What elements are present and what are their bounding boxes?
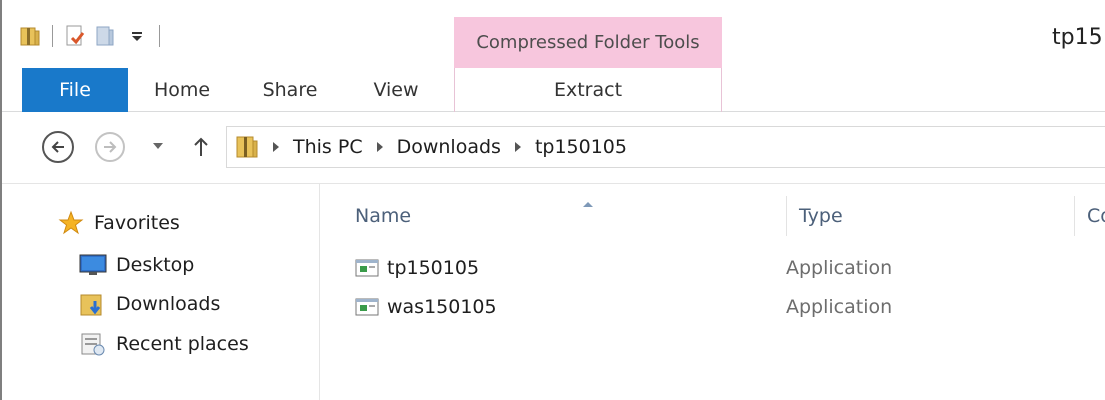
contextual-tab-header: Compressed Folder Tools <box>454 17 722 68</box>
column-header-type[interactable]: Type <box>786 196 1066 236</box>
nav-item-label: Downloads <box>116 293 221 315</box>
sort-ascending-icon <box>583 202 593 207</box>
back-button[interactable] <box>42 131 74 163</box>
tab-share[interactable]: Share <box>250 68 330 112</box>
recent-locations-button[interactable] <box>150 138 166 154</box>
tab-view[interactable]: View <box>357 68 435 112</box>
zip-folder-icon <box>235 134 259 160</box>
application-icon <box>355 258 379 278</box>
downloads-folder-icon <box>78 291 108 317</box>
nav-item-recent-places[interactable]: Recent places <box>78 329 249 359</box>
file-type: Application <box>786 296 893 318</box>
title-bar: Compressed Folder Tools tp15 <box>2 0 1105 68</box>
breadcrumb-separator <box>273 142 279 152</box>
tab-file[interactable]: File <box>22 68 128 112</box>
desktop-icon <box>78 252 108 278</box>
new-folder-icon[interactable] <box>93 23 117 49</box>
application-icon <box>355 297 379 317</box>
nav-item-desktop[interactable]: Desktop <box>78 250 194 280</box>
customize-dropdown-icon[interactable] <box>125 23 149 49</box>
file-name: tp150105 <box>387 257 480 279</box>
breadcrumb-separator <box>514 142 521 152</box>
address-bar[interactable]: This PC Downloads tp150105 <box>226 126 1105 168</box>
window-title: tp15 <box>1052 25 1103 50</box>
forward-button[interactable] <box>95 132 125 162</box>
breadcrumb-current[interactable]: tp150105 <box>535 136 627 158</box>
tab-home[interactable]: Home <box>142 68 222 112</box>
properties-icon[interactable] <box>63 23 87 49</box>
arrow-left-icon <box>51 141 64 153</box>
breadcrumb-separator <box>376 142 383 152</box>
file-name: was150105 <box>387 296 497 318</box>
breadcrumb-this-pc[interactable]: This PC <box>293 136 363 158</box>
nav-item-label: Favorites <box>94 212 180 234</box>
file-row[interactable]: was150105 Application <box>355 291 1095 323</box>
arrow-right-icon <box>104 141 117 153</box>
nav-item-label: Desktop <box>116 254 195 276</box>
navigation-pane: Favorites Desktop Downloads Recent place… <box>2 184 320 400</box>
column-header-name[interactable]: Name <box>355 196 775 236</box>
quick-access-toolbar <box>18 22 170 50</box>
tab-extract[interactable]: Extract <box>454 68 722 112</box>
column-header-label: Name <box>355 205 412 227</box>
recent-places-icon <box>78 331 108 357</box>
file-type: Application <box>786 257 893 279</box>
ribbon-tabs: File Home Share View Extract <box>2 68 1105 112</box>
column-header-compressed-size[interactable]: Co <box>1074 196 1105 236</box>
nav-item-label: Recent places <box>116 333 249 355</box>
star-icon <box>56 210 86 236</box>
toolbar-separator <box>52 25 53 47</box>
navigation-bar: This PC Downloads tp150105 <box>2 112 1105 184</box>
column-header-label: Type <box>799 205 843 227</box>
nav-item-favorites[interactable]: Favorites <box>56 208 180 238</box>
breadcrumb-downloads[interactable]: Downloads <box>397 136 501 158</box>
folder-icon[interactable] <box>18 23 42 49</box>
explorer-window: Compressed Folder Tools tp15 File Home S… <box>0 0 1105 400</box>
file-list: Name Type Co tp150105 Application was150… <box>321 184 1105 400</box>
nav-item-downloads[interactable]: Downloads <box>78 289 220 319</box>
toolbar-separator <box>159 25 160 47</box>
up-button[interactable] <box>188 134 214 160</box>
column-header-label: Co <box>1087 205 1105 227</box>
chevron-down-icon <box>153 143 163 149</box>
arrow-up-icon <box>194 137 208 156</box>
file-row[interactable]: tp150105 Application <box>355 252 1095 284</box>
